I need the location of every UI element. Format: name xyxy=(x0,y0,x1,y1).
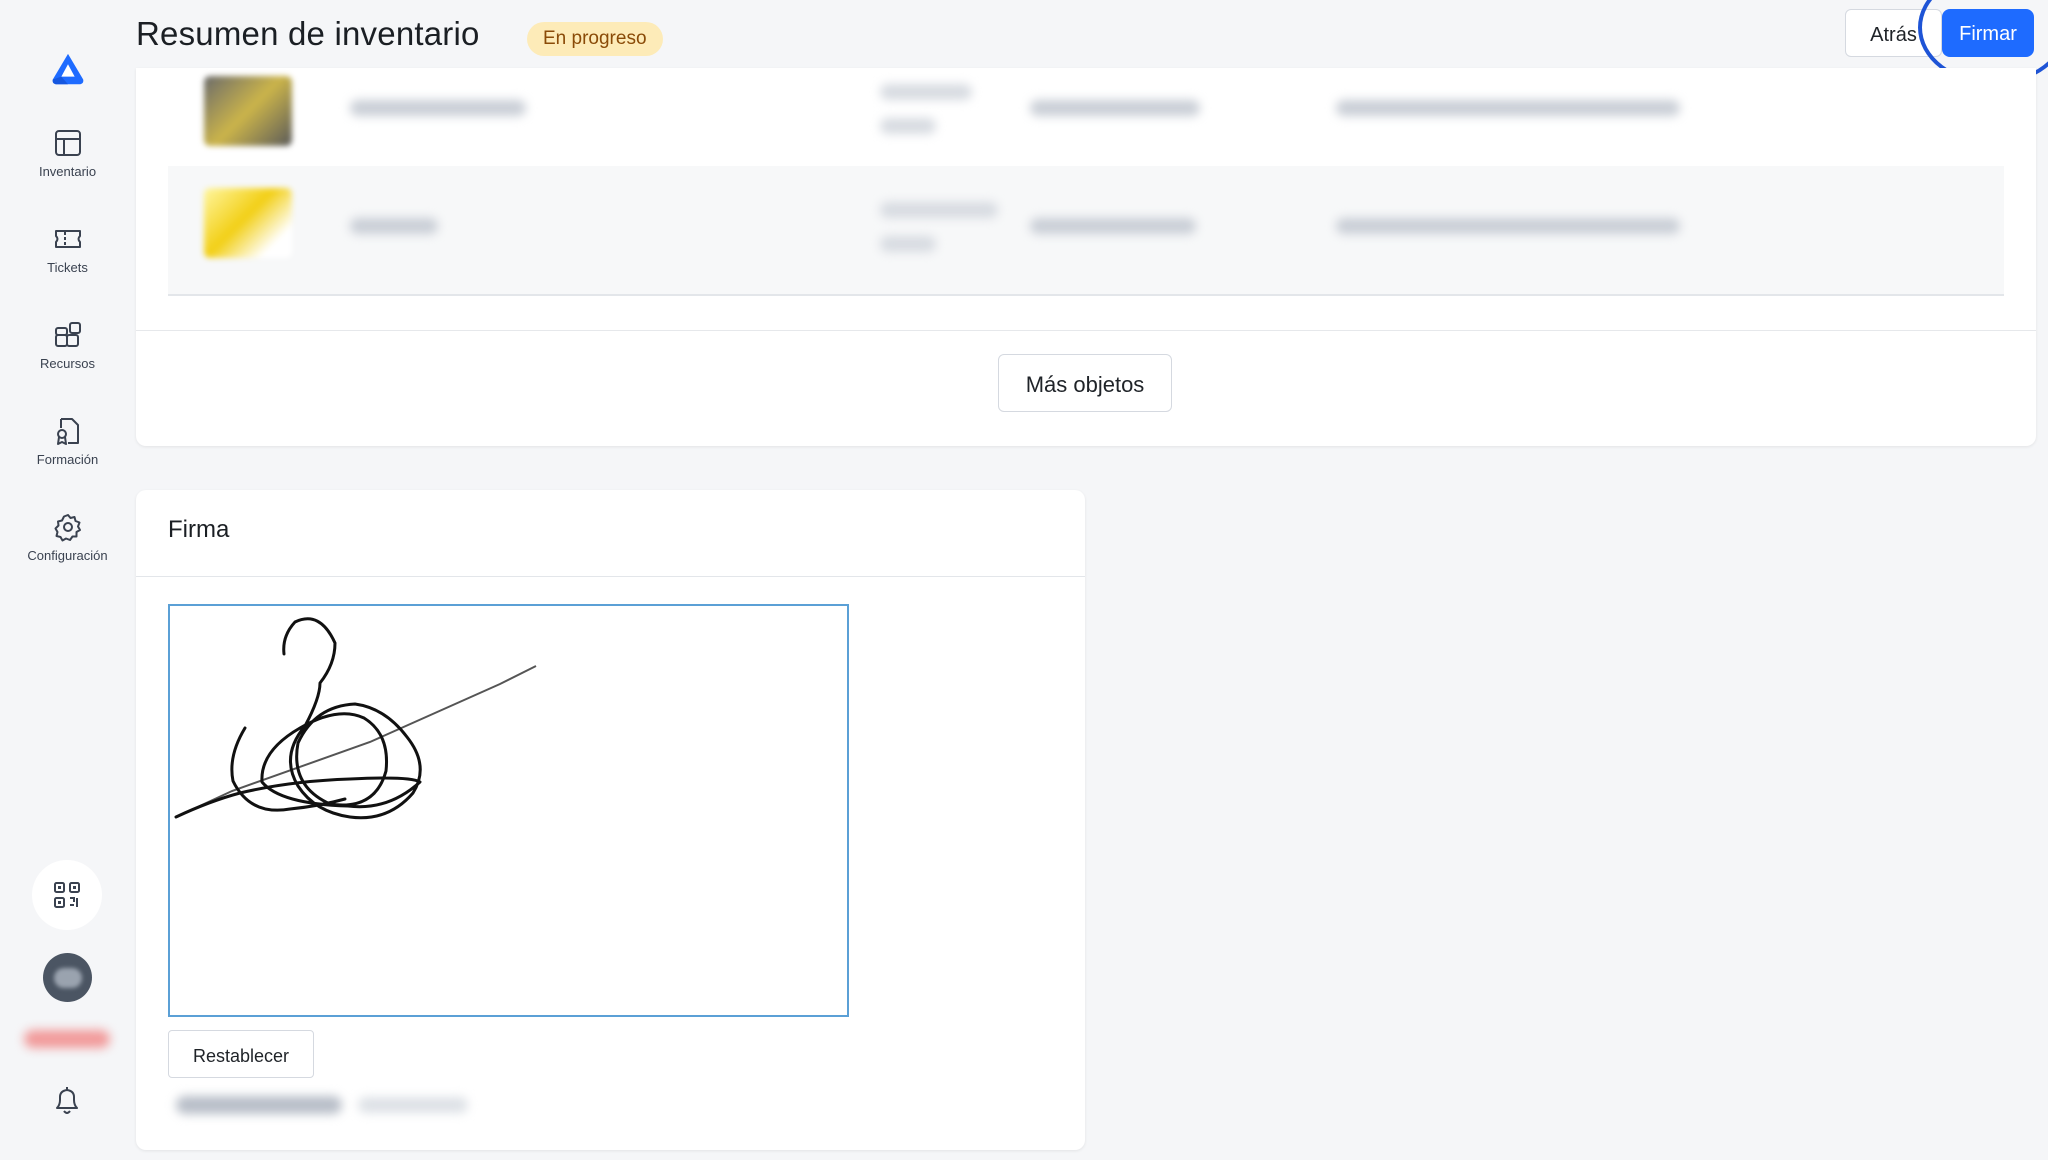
bell-icon[interactable] xyxy=(52,1085,82,1117)
sidebar: Inventario Tickets Recursos Formación Co… xyxy=(0,0,135,1160)
sidebar-item-configuracion[interactable]: Configuración xyxy=(0,512,135,563)
resources-icon xyxy=(54,322,81,347)
item-thumbnail xyxy=(204,188,292,258)
item-detail-redacted xyxy=(880,202,998,218)
item-date-redacted xyxy=(1336,100,1680,116)
page-title: Resumen de inventario xyxy=(136,15,480,52)
table-row[interactable] xyxy=(168,166,2004,296)
sidebar-item-recursos[interactable]: Recursos xyxy=(0,320,135,371)
item-detail-redacted xyxy=(880,236,936,252)
signer-name-redacted xyxy=(176,1096,342,1114)
certificate-icon xyxy=(56,418,79,445)
back-button[interactable]: Atrás xyxy=(1845,9,1942,57)
divider xyxy=(136,576,1085,577)
signature-pad[interactable] xyxy=(168,604,849,1017)
sidebar-item-label: Inventario xyxy=(38,164,97,179)
ticket-icon xyxy=(54,230,81,248)
sidebar-item-tickets[interactable]: Tickets xyxy=(0,224,135,275)
item-location-redacted xyxy=(1030,218,1196,234)
item-name-redacted xyxy=(350,218,438,234)
item-date-redacted xyxy=(1336,218,1680,234)
item-detail-redacted xyxy=(880,84,972,100)
more-items-button[interactable]: Más objetos xyxy=(998,354,1172,412)
qr-code-icon xyxy=(54,882,80,908)
sidebar-item-inventario[interactable]: Inventario xyxy=(0,128,135,179)
sign-button[interactable]: Firmar xyxy=(1942,9,2034,57)
status-badge: En progreso xyxy=(527,22,663,56)
signature-title: Firma xyxy=(168,516,230,543)
divider xyxy=(136,330,2036,331)
sidebar-item-formacion[interactable]: Formación xyxy=(0,416,135,467)
gear-icon xyxy=(54,514,81,542)
sidebar-item-label: Configuración xyxy=(27,548,108,563)
signature-drawing xyxy=(174,617,537,820)
item-name-redacted xyxy=(350,100,526,116)
signature-card: Firma Restablecer xyxy=(136,490,1085,1150)
account-label-redacted xyxy=(24,1030,110,1048)
table-icon xyxy=(54,130,81,156)
sign-date-redacted xyxy=(358,1097,468,1113)
item-thumbnail xyxy=(204,76,292,146)
item-location-redacted xyxy=(1030,100,1200,116)
sidebar-item-label: Tickets xyxy=(47,260,88,275)
reset-button[interactable]: Restablecer xyxy=(168,1030,314,1078)
item-detail-redacted xyxy=(880,118,936,134)
items-card: Más objetos xyxy=(136,68,2036,446)
qr-code-button[interactable] xyxy=(32,860,102,930)
sidebar-item-label: Recursos xyxy=(40,356,95,371)
avatar[interactable] xyxy=(43,953,92,1002)
app-logo[interactable] xyxy=(49,51,87,89)
sidebar-item-label: Formación xyxy=(36,452,99,467)
